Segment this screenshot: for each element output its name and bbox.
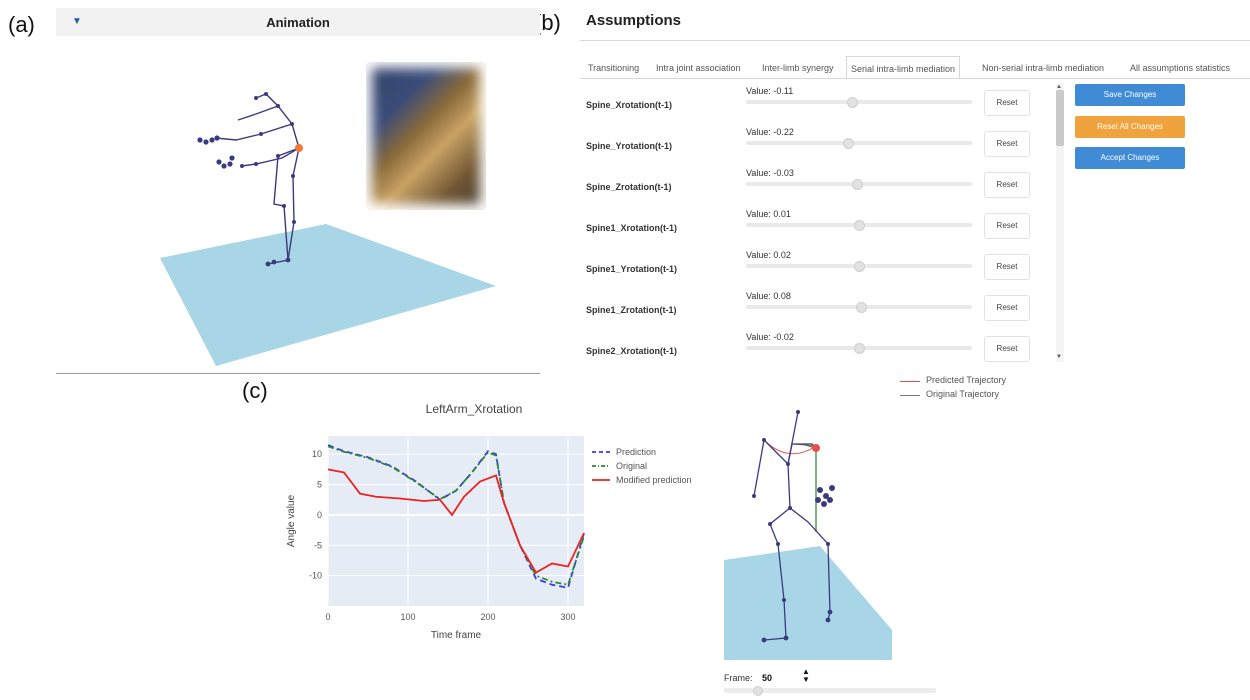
param-slider[interactable] (746, 302, 972, 313)
x-tick-label: 300 (560, 612, 575, 622)
frame-stepper-icon[interactable]: ▲ ▼ (802, 668, 810, 684)
param-row: Spine1_Xrotation(t-1) Value: 0.01 Reset (580, 209, 1050, 245)
assumption-tabs: Transitioning Intra joint association In… (580, 56, 1250, 79)
param-row: Spine_Zrotation(t-1) Value: -0.03 Reset (580, 168, 1050, 204)
param-slider[interactable] (746, 343, 972, 354)
reset-button[interactable]: Reset (984, 336, 1030, 362)
y-tick-label: 5 (317, 480, 322, 490)
tab-non-serial-intra-limb-mediation[interactable]: Non-serial intra-limb mediation (982, 56, 1104, 78)
animation-title: Animation (266, 15, 330, 30)
slider-handle[interactable] (854, 261, 865, 272)
param-row: Spine2_Xrotation(t-1) Value: -0.02 Reset (580, 332, 1050, 368)
tab-inter-limb-synergy[interactable]: Inter-limb synergy (762, 56, 834, 78)
param-value: Value: -0.03 (746, 168, 794, 178)
original-trajectory-swatch (900, 395, 920, 396)
y-tick-label: 10 (312, 449, 322, 459)
param-name: Spine1_Yrotation(t-1) (586, 264, 678, 274)
x-tick-label: 100 (400, 612, 415, 622)
leftarm-chart: -10-505100 100 200 300LeftArm_XrotationTime… (286, 402, 692, 641)
tab-all-assumptions-statistics[interactable]: All assumptions statistics (1130, 56, 1230, 78)
selected-joint[interactable] (295, 144, 303, 152)
y-tick-label: -10 (309, 571, 322, 581)
reset-button[interactable]: Reset (984, 172, 1030, 198)
param-value: Value: -0.22 (746, 127, 794, 137)
save-changes-button[interactable]: Save Changes (1075, 84, 1185, 106)
param-scrollbar[interactable]: ▲ ▼ (1056, 84, 1064, 362)
slider-handle[interactable] (854, 343, 865, 354)
panel-label-a: (a) (8, 12, 35, 37)
slider-handle[interactable] (856, 302, 868, 313)
param-name: Spine_Xrotation(t-1) (586, 100, 673, 110)
y-tick-label: -5 (314, 540, 322, 550)
original-trajectory-label: Original Trajectory (926, 389, 1000, 399)
frame-value[interactable]: 50 (762, 673, 772, 683)
reset-all-changes-button[interactable]: Reset All Changes (1075, 116, 1185, 138)
param-value: Value: -0.11 (746, 86, 794, 96)
legend-label: Modified prediction (616, 475, 692, 485)
frame-label: Frame: (724, 673, 753, 683)
param-row: Spine1_Yrotation(t-1) Value: 0.02 Reset (580, 250, 1050, 286)
selected-joint[interactable] (812, 444, 820, 452)
param-slider[interactable] (746, 97, 972, 108)
param-slider[interactable] (746, 220, 972, 231)
tab-intra-joint-association[interactable]: Intra joint association (656, 56, 741, 78)
ground-plane (724, 546, 892, 660)
predicted-trajectory-swatch (900, 381, 920, 382)
param-name: Spine_Zrotation(t-1) (586, 182, 672, 192)
tab-serial-intra-limb-mediation[interactable]: Serial intra-limb mediation (846, 56, 961, 79)
worker-photo (366, 62, 486, 210)
slider-handle[interactable] (847, 97, 859, 108)
scroll-down-arrow-icon[interactable]: ▼ (1056, 354, 1062, 360)
chart-title: LeftArm_Xrotation (426, 402, 523, 416)
ground-plane (160, 224, 496, 366)
param-name: Spine_Yrotation(t-1) (586, 141, 673, 151)
assumptions-title: Assumptions (586, 12, 682, 29)
accept-changes-button[interactable]: Accept Changes (1075, 147, 1185, 169)
param-row: Spine1_Zrotation(t-1) Value: 0.08 Reset (580, 291, 1050, 327)
slider-handle[interactable] (854, 220, 865, 231)
y-tick-label: 0 (317, 510, 322, 520)
x-tick-label: 200 (480, 612, 495, 622)
slider-handle[interactable] (851, 179, 863, 190)
slider-handle[interactable] (842, 138, 854, 149)
trajectory-overlay (763, 439, 819, 532)
panel-label-c: (c) (242, 378, 268, 403)
tab-transitioning[interactable]: Transitioning (588, 56, 639, 78)
param-value: Value: 0.01 (746, 209, 791, 219)
param-slider[interactable] (746, 138, 972, 149)
assumptions-divider (580, 40, 1250, 41)
param-slider[interactable] (746, 179, 972, 190)
param-name: Spine2_Xrotation(t-1) (586, 346, 678, 356)
x-tick-label: 0 (325, 612, 330, 622)
reset-button[interactable]: Reset (984, 131, 1030, 157)
reset-button[interactable]: Reset (984, 213, 1030, 239)
reset-button[interactable]: Reset (984, 90, 1030, 116)
frame-slider[interactable] (724, 686, 936, 696)
y-axis-label: Angle value (286, 494, 297, 547)
tabs-divider (580, 78, 1250, 79)
param-value: Value: -0.02 (746, 332, 794, 342)
assumptions-panel: Assumptions Transitioning Intra joint as… (580, 0, 1250, 372)
animation-panel: ▼ Animation (56, 8, 540, 374)
scrollbar-thumb[interactable] (1056, 90, 1064, 146)
param-row: Spine_Xrotation(t-1) Value: -0.11 Reset (580, 86, 1050, 122)
animation-divider (56, 373, 540, 374)
reset-button[interactable]: Reset (984, 295, 1030, 321)
param-row: Spine_Yrotation(t-1) Value: -0.22 Reset (580, 127, 1050, 163)
x-axis-label: Time frame (431, 630, 482, 641)
trajectory-legend: Predicted Trajectory Original Trajectory (900, 374, 1060, 404)
legend-label: Prediction (616, 447, 656, 457)
param-name: Spine1_Zrotation(t-1) (586, 305, 677, 315)
reset-button[interactable]: Reset (984, 254, 1030, 280)
param-value: Value: 0.02 (746, 250, 791, 260)
param-slider[interactable] (746, 261, 972, 272)
predicted-trajectory-label: Predicted Trajectory (926, 375, 1007, 385)
param-value: Value: 0.08 (746, 291, 791, 301)
legend-label: Original (616, 461, 647, 471)
frame-slider-handle[interactable] (752, 686, 763, 696)
trajectory-3d-view[interactable] (720, 404, 940, 666)
animation-header[interactable]: ▼ Animation (56, 8, 540, 36)
param-name: Spine1_Xrotation(t-1) (586, 223, 678, 233)
plot-background (328, 436, 584, 606)
